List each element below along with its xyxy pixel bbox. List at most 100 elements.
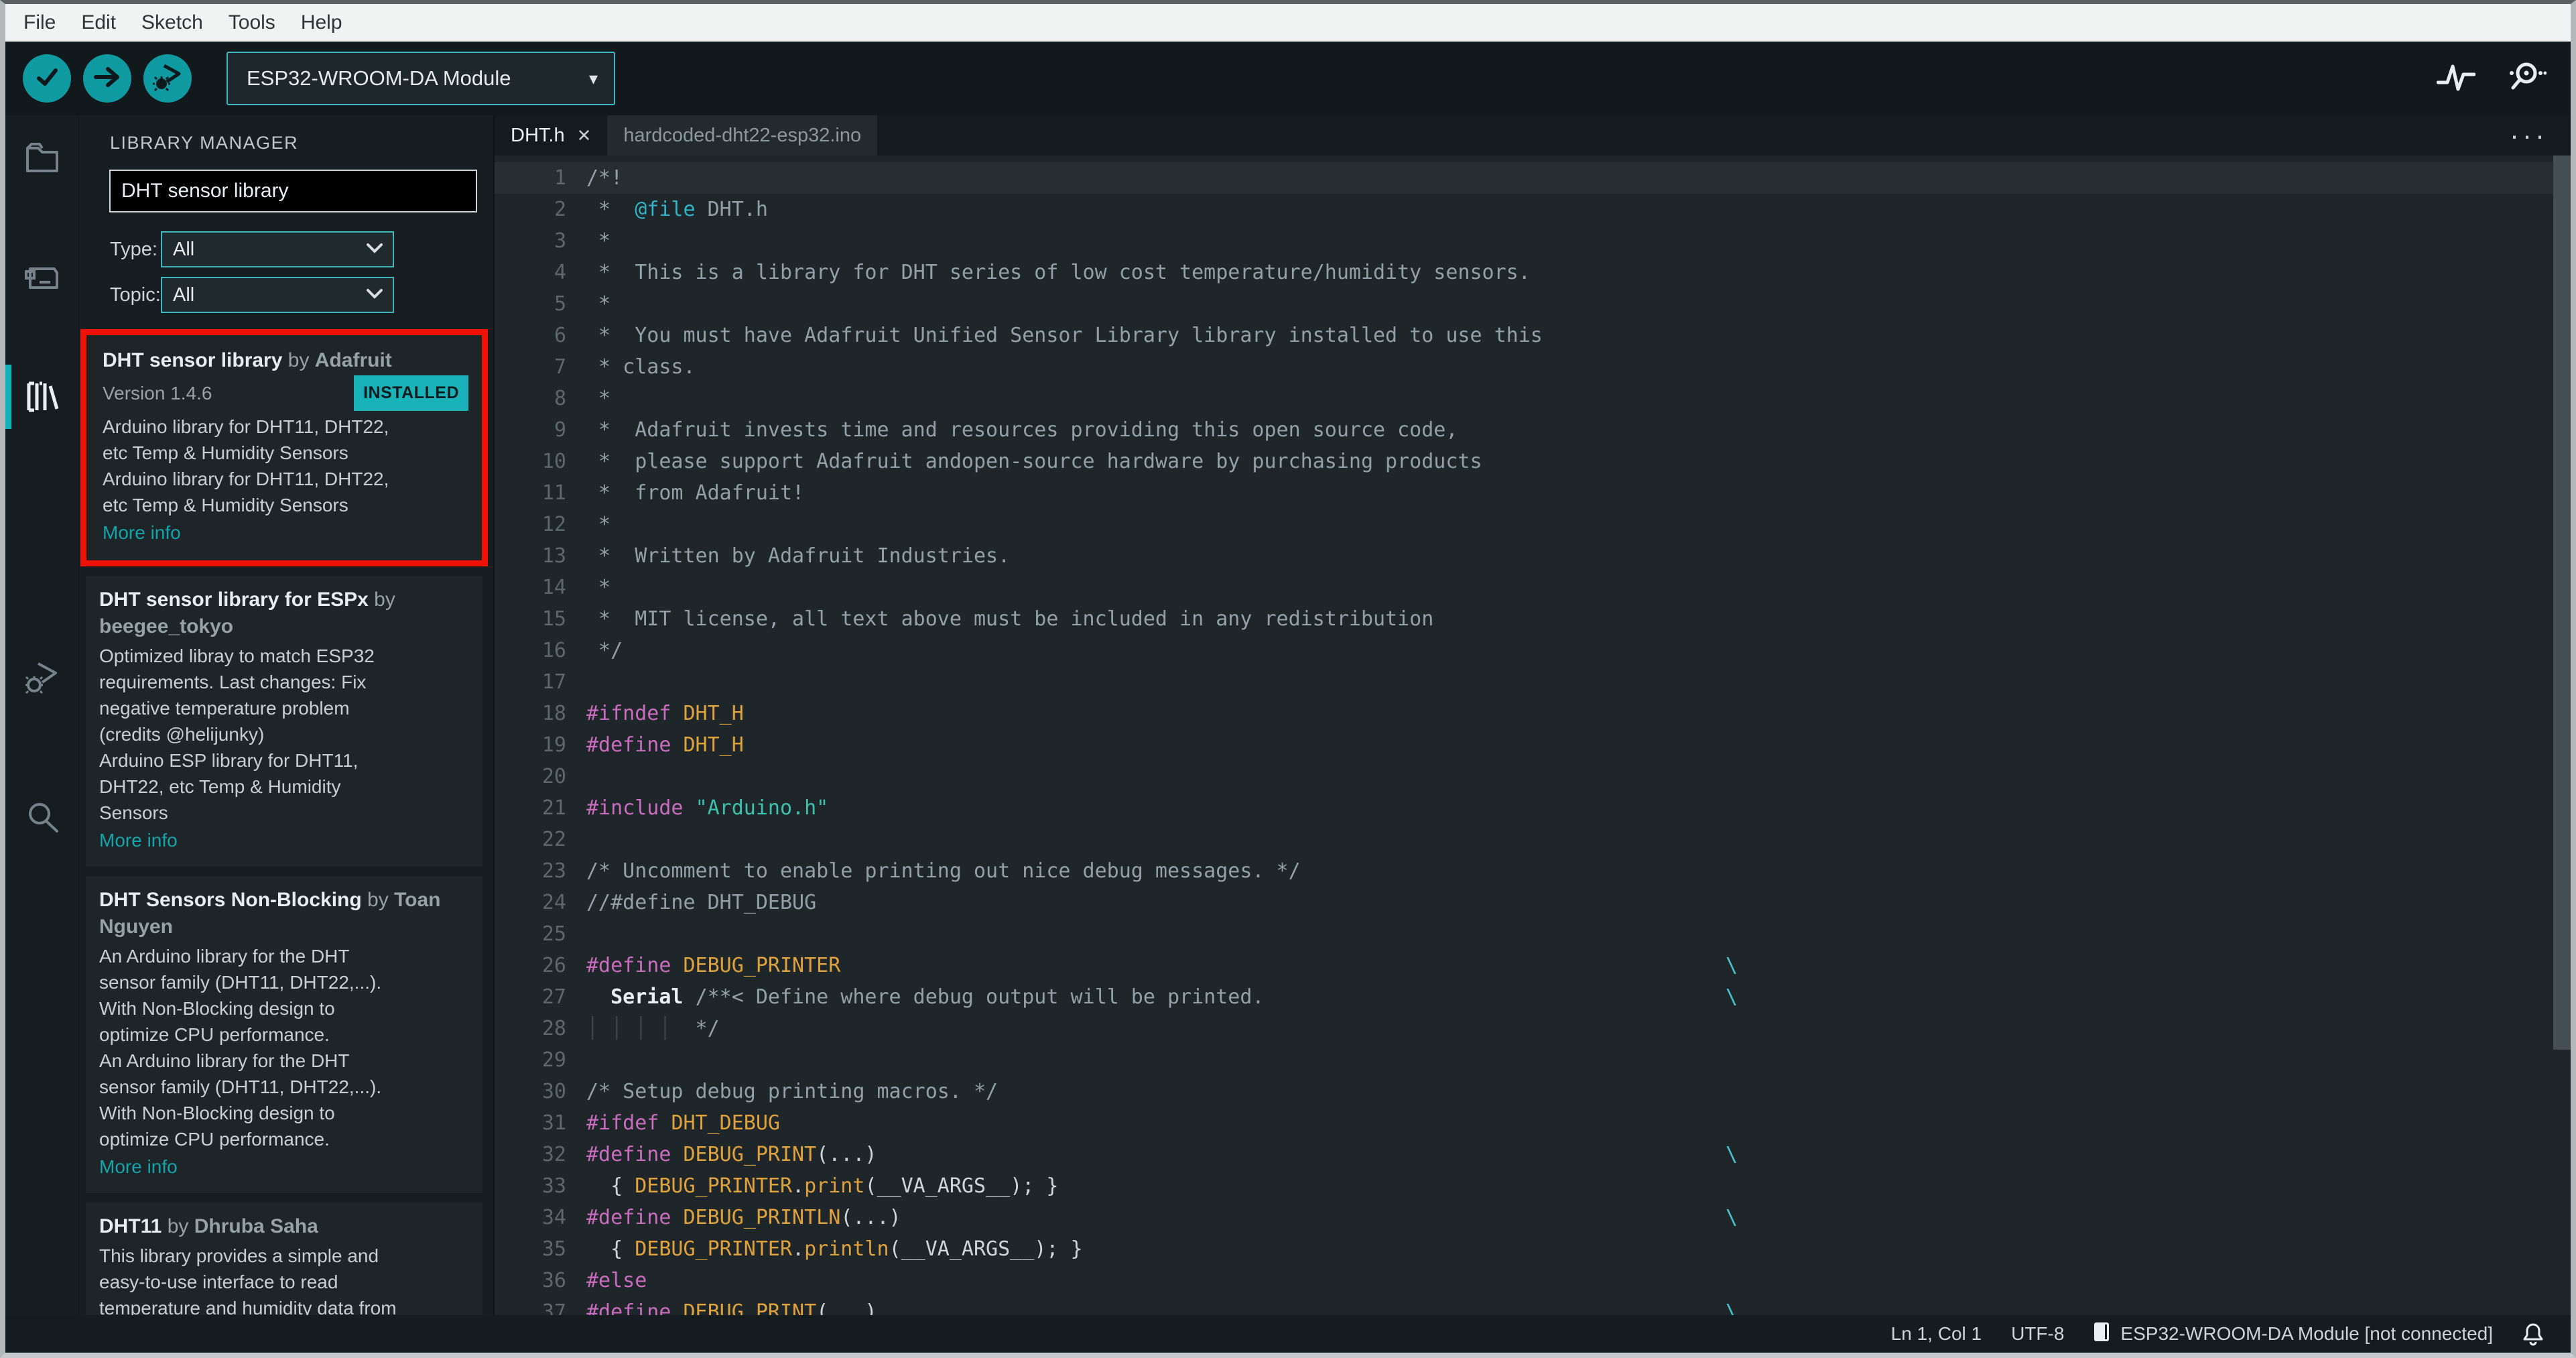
debug-panel-icon[interactable] <box>23 658 61 696</box>
library-entry[interactable]: DHT sensor library for ESPx by beegee_to… <box>86 576 482 867</box>
code-line-content: * <box>586 229 611 253</box>
library-entry-title: DHT11 by Dhruba Saha <box>99 1213 469 1240</box>
more-info-link[interactable]: More info <box>99 827 178 853</box>
code-line: 33 { DEBUG_PRINTER.print(__VA_ARGS__); } <box>495 1170 2571 1202</box>
code-line: 21 #include "Arduino.h" <box>495 792 2571 824</box>
line-continuation: \ <box>1726 1206 1738 1229</box>
line-number: 11 <box>541 481 566 505</box>
toolbar: ESP32-WROOM-DA Module ▾ <box>5 42 2571 115</box>
code-line-content <box>586 918 2571 950</box>
board-status: ESP32-WROOM-DA Module [not connected] <box>2094 1320 2493 1348</box>
line-number: 35 <box>541 1237 566 1261</box>
library-search-input[interactable] <box>109 170 477 212</box>
code-line-content: * <box>586 576 611 599</box>
debug-button[interactable] <box>143 54 192 103</box>
more-info-link[interactable]: More info <box>99 1154 178 1180</box>
topic-filter-label: Topic: <box>110 284 161 306</box>
code-line: 16 */ <box>495 635 2571 666</box>
code-line: 17 <box>495 666 2571 698</box>
upload-button[interactable] <box>83 54 131 103</box>
line-number: 10 <box>541 450 566 473</box>
search-icon[interactable] <box>23 799 61 837</box>
library-description: An Arduino library for the DHT sensor fa… <box>99 946 382 1150</box>
type-select[interactable]: All <box>161 231 394 267</box>
library-name: DHT11 <box>99 1215 162 1237</box>
code-line: 6 * You must have Adafruit Unified Senso… <box>495 320 2571 351</box>
library-entry-title: DHT sensor library by Adafruit <box>103 347 468 374</box>
menu-help[interactable]: Help <box>288 11 355 34</box>
verify-button[interactable] <box>23 54 71 103</box>
line-number: 22 <box>541 828 566 851</box>
code-line: 4 * This is a library for DHT series of … <box>495 257 2571 288</box>
board-selector[interactable]: ESP32-WROOM-DA Module ▾ <box>227 52 615 105</box>
code-line-content: * from Adafruit! <box>586 481 805 505</box>
line-number: 28 <box>541 1017 566 1040</box>
menu-file[interactable]: File <box>11 11 68 34</box>
tab-sketch-ino[interactable]: hardcoded-dht22-esp32.ino <box>607 115 879 156</box>
type-select-value: All <box>173 238 195 260</box>
line-number: 8 <box>554 387 566 410</box>
library-manager-icon[interactable] <box>23 377 61 414</box>
code-line: 29 <box>495 1044 2571 1076</box>
menu-sketch[interactable]: Sketch <box>129 11 216 34</box>
cursor-position[interactable]: Ln 1, Col 1 <box>1891 1323 1982 1345</box>
version-row: Version 1.4.6 INSTALLED <box>103 375 468 411</box>
line-number: 29 <box>541 1048 566 1072</box>
encoding-label[interactable]: UTF-8 <box>2011 1323 2064 1345</box>
menu-edit[interactable]: Edit <box>68 11 129 34</box>
library-entry[interactable]: DHT Sensors Non-Blocking by Toan Nguyen A… <box>86 876 482 1193</box>
line-number: 1 <box>554 166 566 190</box>
close-icon[interactable]: ✕ <box>577 125 592 146</box>
board-status-label[interactable]: ESP32-WROOM-DA Module [not connected] <box>2120 1323 2493 1345</box>
line-number: 30 <box>541 1080 566 1103</box>
sketchbook-folder-icon[interactable] <box>23 139 61 176</box>
topic-select-value: All <box>173 284 195 306</box>
chip-icon <box>2094 1320 2111 1348</box>
code-line-content: //#define DHT_DEBUG <box>586 891 817 914</box>
code-line-content: Serial /**< Define where debug output wi… <box>586 981 2571 1013</box>
code-line: 28 │ │ │ │ */ <box>495 1013 2571 1044</box>
serial-monitor-icon[interactable] <box>2504 60 2547 98</box>
code-line-content: * MIT license, all text above must be in… <box>586 607 1434 631</box>
library-entry[interactable]: DHT sensor library by Adafruit Version 1.… <box>80 329 488 566</box>
serial-plotter-icon[interactable] <box>2436 61 2476 97</box>
code-line-content: * Written by Adafruit Industries. <box>586 544 1011 568</box>
code-line: 35 { DEBUG_PRINTER.println(__VA_ARGS__);… <box>495 1233 2571 1265</box>
code-line: 37 #define DEBUG_PRINT(...) \ <box>495 1296 2571 1315</box>
tab-label: hardcoded-dht22-esp32.ino <box>623 124 862 146</box>
by-text: by <box>162 1215 194 1237</box>
line-continuation: \ <box>1726 1143 1738 1166</box>
code-line: 14 * <box>495 572 2571 603</box>
code-line-content: * <box>586 292 611 316</box>
line-number: 26 <box>541 954 566 977</box>
line-continuation: \ <box>1726 985 1738 1009</box>
code-area[interactable]: 1/*! 2 * @file DHT.h 3 * 4 * This is a libr… <box>495 156 2571 1315</box>
by-text: by <box>282 349 315 371</box>
chevron-down-icon <box>366 288 383 303</box>
more-info-link[interactable]: More info <box>103 519 181 546</box>
library-entry[interactable]: DHT11 by Dhruba Saha This library provide… <box>86 1202 482 1315</box>
menu-tools[interactable]: Tools <box>216 11 288 34</box>
library-author: Dhruba Saha <box>194 1215 318 1237</box>
code-line-content: * Adafruit invests time and resources pr… <box>586 418 1458 442</box>
code-line: 5 * <box>495 288 2571 320</box>
library-version: Version 1.4.6 <box>103 383 212 404</box>
code-line-content: */ <box>586 639 623 662</box>
boards-manager-icon[interactable] <box>23 259 61 297</box>
code-line-content: * <box>586 513 611 536</box>
line-number: 17 <box>541 670 566 694</box>
line-number: 16 <box>541 639 566 662</box>
code-line: 19 #define DHT_H <box>495 729 2571 761</box>
topic-select[interactable]: All <box>161 277 394 313</box>
tab-label: DHT.h <box>511 124 565 146</box>
notifications-bell-icon[interactable] <box>2522 1322 2544 1346</box>
code-line: 2 * @file DHT.h <box>495 194 2571 225</box>
code-line: 24 //#define DHT_DEBUG <box>495 887 2571 918</box>
more-actions-icon[interactable]: ··· <box>2510 119 2571 151</box>
tab-dht-h[interactable]: DHT.h ✕ <box>495 115 608 156</box>
line-number: 23 <box>541 859 566 883</box>
library-name: DHT Sensors Non-Blocking <box>99 889 362 911</box>
editor-tab-bar: DHT.h ✕ hardcoded-dht22-esp32.ino ··· <box>495 115 2571 156</box>
code-line: 8 * <box>495 383 2571 414</box>
code-line-content: * You must have Adafruit Unified Sensor … <box>586 324 1543 347</box>
